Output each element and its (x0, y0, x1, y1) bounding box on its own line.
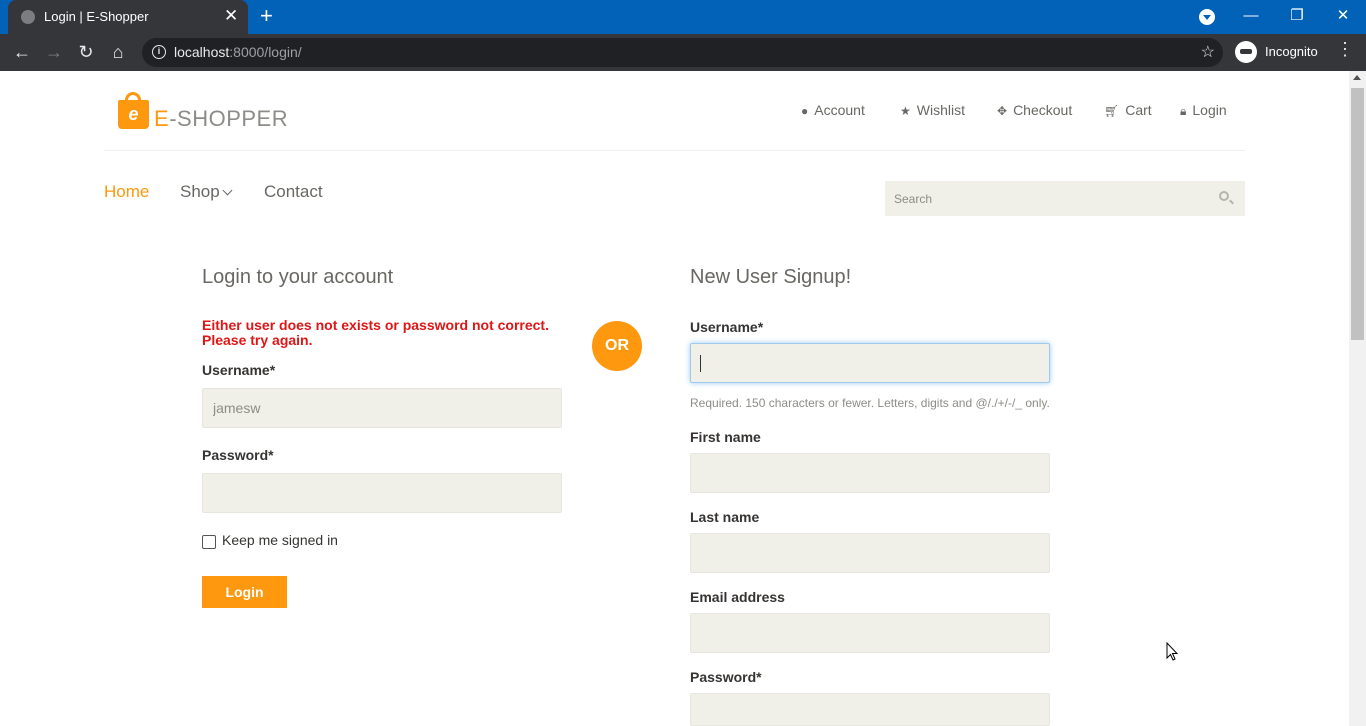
keep-signed-in-label[interactable]: Keep me signed in (222, 532, 338, 548)
header-divider (104, 150, 1245, 151)
login-password-input[interactable] (202, 473, 562, 513)
signup-password-label: Password* (690, 669, 762, 685)
minimize-button[interactable]: — (1228, 0, 1274, 34)
login-title: Login to your account (202, 266, 394, 288)
keep-signed-in-checkbox[interactable] (202, 535, 216, 549)
chevron-down-icon (222, 185, 233, 196)
scrollbar-thumb[interactable] (1351, 88, 1364, 340)
globe-icon (21, 10, 35, 24)
signup-password-input[interactable] (690, 693, 1050, 726)
star-icon: ★ (900, 104, 911, 118)
home-icon[interactable]: ⌂ (106, 40, 130, 64)
incognito-profile[interactable]: Incognito (1233, 39, 1325, 66)
signup-email-label: Email address (690, 589, 785, 605)
incognito-label: Incognito (1265, 44, 1318, 59)
login-button[interactable]: Login (202, 576, 287, 608)
signup-last-name-label: Last name (690, 509, 760, 525)
user-icon: ● (801, 104, 809, 118)
login-username-input[interactable] (202, 388, 562, 428)
incognito-icon (1235, 41, 1257, 63)
site-info-icon[interactable]: i (152, 45, 166, 59)
top-nav-cart[interactable]: 🛒︎ Cart (1104, 102, 1152, 118)
top-nav-wishlist[interactable]: ★ Wishlist (900, 102, 965, 118)
login-username-label: Username* (202, 362, 276, 378)
cart-icon: 🛒︎ (1104, 104, 1120, 118)
mouse-pointer-icon (1166, 642, 1179, 661)
signup-title: New User Signup! (690, 266, 852, 288)
top-nav-account[interactable]: ● Account (801, 102, 865, 118)
login-password-label: Password* (202, 447, 274, 463)
nav-home[interactable]: Home (104, 182, 149, 202)
reload-icon[interactable]: ↻ (74, 40, 98, 64)
browser-tab[interactable]: Login | E-Shopper ✕ (8, 0, 248, 34)
username-help-text: Required. 150 characters or fewer. Lette… (690, 396, 1050, 410)
lock-icon: 🔒︎ (1180, 104, 1187, 118)
forward-arrow-icon[interactable]: → (42, 40, 66, 64)
bookmark-star-icon[interactable]: ☆ (1201, 42, 1215, 62)
back-arrow-icon[interactable]: ← (10, 40, 34, 64)
search-box (885, 181, 1245, 216)
nav-contact[interactable]: Contact (264, 182, 323, 202)
tab-search-icon[interactable] (1199, 9, 1215, 25)
scroll-up-arrow-icon[interactable] (1353, 75, 1361, 80)
nav-shop[interactable]: Shop (180, 182, 233, 202)
logo-text: E-SHOPPER (154, 106, 289, 131)
or-divider: OR (592, 321, 642, 371)
crosshairs-icon: ✥ (997, 104, 1008, 118)
search-icon[interactable] (1219, 191, 1229, 201)
signup-first-name-label: First name (690, 429, 761, 445)
restore-button[interactable]: ❐ (1274, 0, 1320, 34)
top-nav-login[interactable]: 🔒︎ Login (1180, 102, 1227, 119)
browser-tab-bar: Login | E-Shopper ✕ + — ❐ ✕ (0, 0, 1366, 34)
top-nav-checkout[interactable]: ✥ Checkout (997, 102, 1072, 118)
tab-close-icon[interactable]: ✕ (224, 6, 238, 26)
signup-last-name-input[interactable] (690, 533, 1050, 573)
new-tab-button[interactable]: + (260, 4, 273, 28)
address-bar[interactable]: i localhost:8000/login/ ☆ (142, 38, 1223, 67)
search-input[interactable] (886, 182, 1208, 215)
signup-username-label: Username* (690, 319, 764, 335)
close-window-button[interactable]: ✕ (1320, 0, 1366, 34)
login-error-message: Either user does not exists or password … (202, 317, 549, 348)
tab-title: Login | E-Shopper (44, 9, 149, 24)
browser-menu-icon[interactable]: ⋮ (1336, 39, 1354, 60)
url-text[interactable]: localhost:8000/login/ (174, 44, 302, 60)
signup-email-input[interactable] (690, 613, 1050, 653)
signup-username-input[interactable] (690, 343, 1050, 383)
shopping-bag-icon: e (118, 100, 149, 129)
browser-toolbar: ← → ↻ ⌂ i localhost:8000/login/ ☆ Incogn… (0, 34, 1366, 71)
signup-first-name-input[interactable] (690, 453, 1050, 493)
text-caret (700, 355, 701, 372)
